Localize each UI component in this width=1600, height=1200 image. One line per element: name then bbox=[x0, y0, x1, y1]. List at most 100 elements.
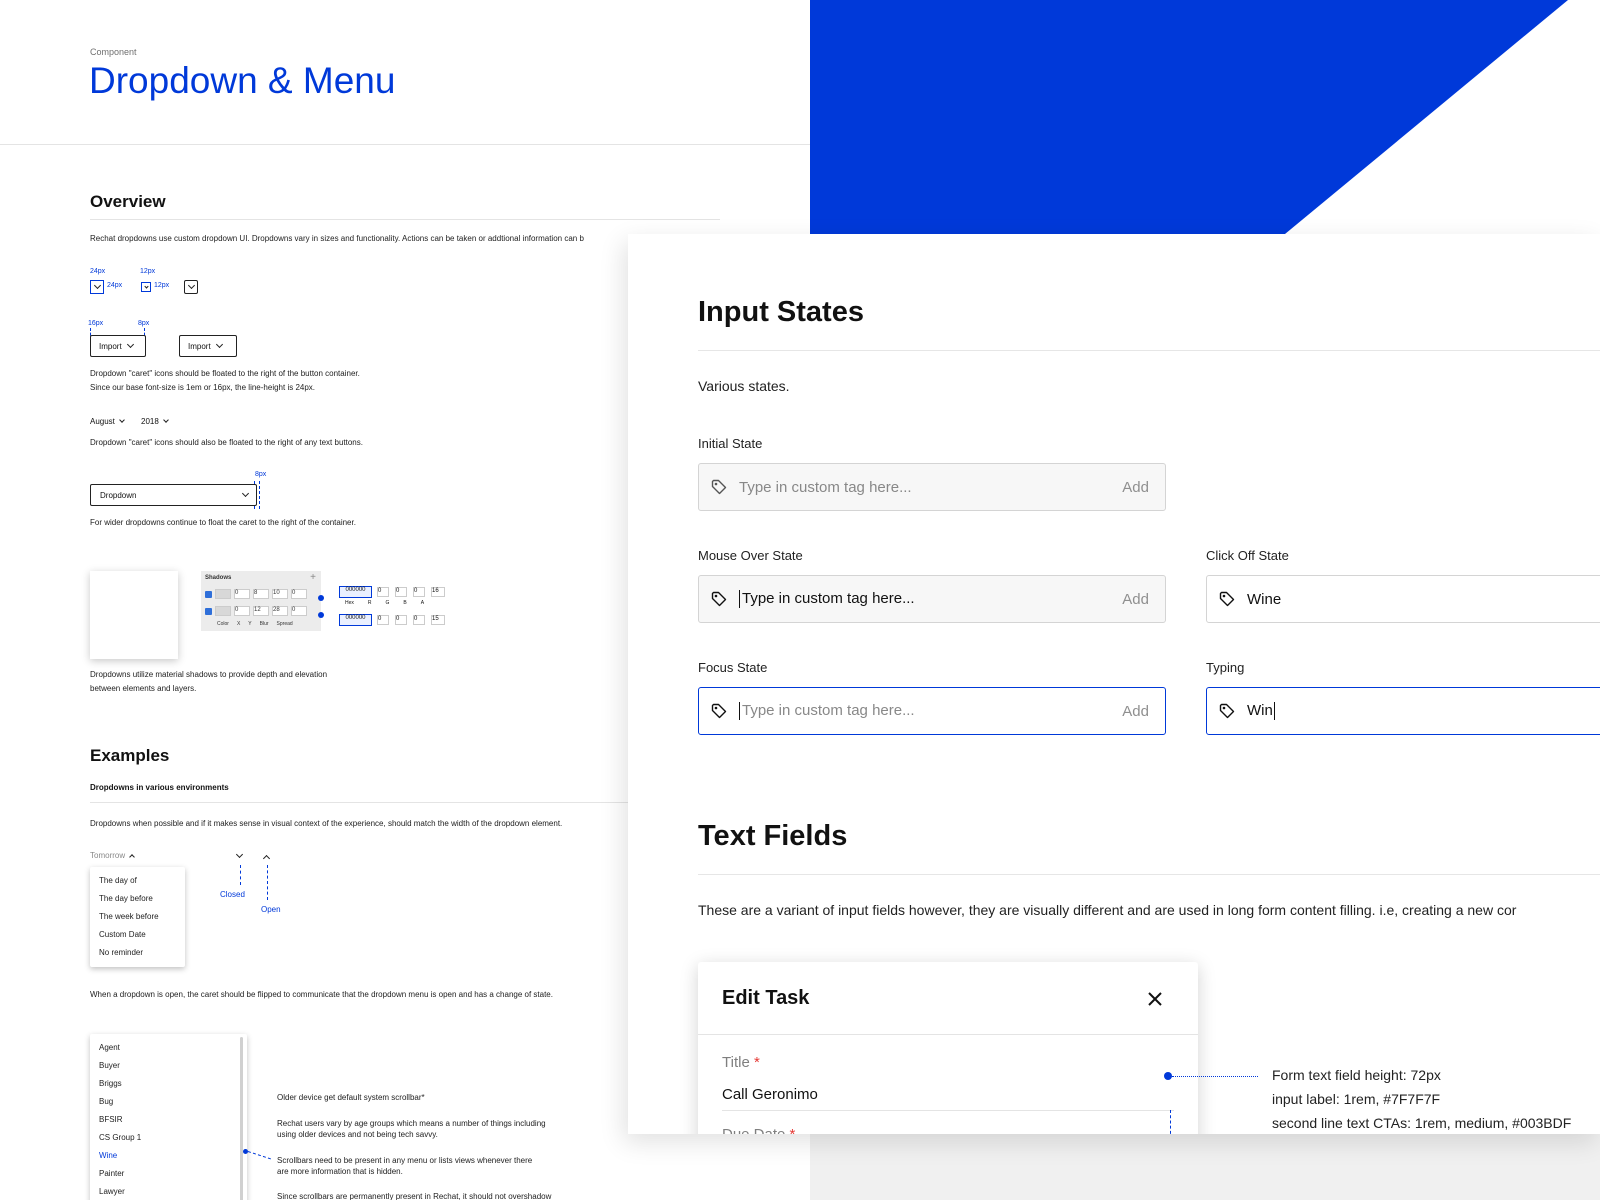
shadow-row: 0 12 28 0 bbox=[205, 606, 307, 616]
add-button[interactable]: Add bbox=[1122, 479, 1149, 496]
col-label: B bbox=[403, 600, 407, 606]
month-label: August bbox=[90, 417, 115, 426]
tag-icon bbox=[1219, 591, 1235, 607]
shadow-y[interactable]: 12 bbox=[253, 606, 269, 616]
col-label: Y bbox=[248, 621, 252, 627]
tag-icon bbox=[711, 703, 727, 719]
add-shadow-button[interactable]: + bbox=[310, 572, 316, 583]
shadow-x[interactable]: 0 bbox=[234, 606, 250, 616]
rgba-b[interactable]: 0 bbox=[413, 615, 425, 625]
chevron-up-icon bbox=[129, 854, 135, 860]
tag-input-initial[interactable]: Type in custom tag here... Add bbox=[698, 463, 1166, 511]
list-item[interactable]: Painter bbox=[90, 1165, 247, 1183]
spec-guide bbox=[240, 865, 241, 885]
overview-divider bbox=[90, 219, 720, 220]
list-item-selected[interactable]: Wine bbox=[90, 1147, 247, 1165]
shadow-spread[interactable]: 0 bbox=[291, 589, 307, 599]
add-button[interactable]: Add bbox=[1122, 591, 1149, 608]
tag-input-text: Win bbox=[1247, 702, 1600, 721]
col-label: R bbox=[367, 600, 372, 606]
scroll-note-3b: are more information that is hidden. bbox=[277, 1167, 403, 1176]
col-label: Blur bbox=[259, 621, 269, 627]
rgba-g[interactable]: 0 bbox=[395, 587, 407, 597]
color-swatch[interactable] bbox=[215, 606, 231, 616]
spec-note-height: Form text field height: 72px bbox=[1272, 1067, 1441, 1083]
due-label-text: Due Date bbox=[722, 1126, 785, 1134]
list-item[interactable]: Agent bbox=[90, 1039, 247, 1057]
rgba-g[interactable]: 0 bbox=[395, 615, 407, 625]
annotation-dot bbox=[318, 595, 324, 601]
close-icon[interactable] bbox=[1148, 992, 1162, 1006]
title-field-value[interactable]: Call Geronimo bbox=[722, 1086, 818, 1103]
open-state-note: When a dropdown is open, the caret shoul… bbox=[90, 990, 553, 999]
examples-heading: Examples bbox=[90, 746, 170, 765]
shadow-spread[interactable]: 0 bbox=[291, 606, 307, 616]
shadow-blur[interactable]: 28 bbox=[272, 606, 288, 616]
closed-label: Closed bbox=[220, 890, 245, 899]
shadow-sample-card bbox=[90, 571, 178, 659]
tag-input-typing[interactable]: Win bbox=[1206, 687, 1600, 735]
spec-guide bbox=[259, 481, 260, 509]
initial-state-label: Initial State bbox=[698, 436, 763, 451]
import-dropdown[interactable]: Import bbox=[179, 335, 237, 357]
chevron-down-icon bbox=[241, 489, 250, 498]
menu-item[interactable]: The week before bbox=[90, 908, 185, 926]
checkbox[interactable] bbox=[205, 590, 212, 598]
annotation-line bbox=[1172, 1076, 1258, 1077]
rgba-r[interactable]: 0 bbox=[377, 587, 389, 597]
tag-input-focus[interactable]: Type in custom tag here... Add bbox=[698, 687, 1166, 735]
list-item[interactable]: Bug bbox=[90, 1093, 247, 1111]
tag-icon bbox=[711, 591, 727, 607]
tag-input-text: Type in custom tag here... bbox=[739, 702, 1122, 721]
tag-input-click-off[interactable]: Wine bbox=[1206, 575, 1600, 623]
wide-dropdown[interactable]: Dropdown bbox=[90, 484, 257, 506]
rgba-row-1: 0 0 0 16 bbox=[377, 587, 445, 597]
shadow-y[interactable]: 8 bbox=[253, 589, 269, 599]
import-dropdown-spec[interactable]: Import bbox=[90, 335, 146, 357]
scrollbar[interactable] bbox=[240, 1037, 243, 1200]
shadow-x[interactable]: 0 bbox=[234, 589, 250, 599]
chevron-down-icon bbox=[126, 340, 134, 349]
text-cursor bbox=[739, 702, 740, 721]
examples-subheading: Dropdowns in various environments bbox=[90, 783, 229, 792]
add-button[interactable]: Add bbox=[1122, 703, 1149, 720]
list-item[interactable]: Buyer bbox=[90, 1057, 247, 1075]
caret-button-plain[interactable] bbox=[184, 280, 198, 294]
checkbox[interactable] bbox=[205, 607, 212, 615]
chevron-down-icon bbox=[235, 850, 244, 859]
menu-item[interactable]: No reminder bbox=[90, 944, 185, 962]
month-text-dropdown[interactable]: August bbox=[90, 417, 125, 426]
list-item[interactable]: Briggs bbox=[90, 1075, 247, 1093]
menu-item[interactable]: The day before bbox=[90, 890, 185, 908]
hex-input-2[interactable]: 000000 bbox=[339, 614, 372, 626]
list-item[interactable]: Lawyer bbox=[90, 1183, 247, 1200]
tag-input-text: Type in custom tag here... bbox=[739, 589, 1122, 609]
tomorrow-dropdown[interactable]: Tomorrow bbox=[90, 851, 135, 860]
shadow-note-2: between elements and layers. bbox=[90, 684, 197, 693]
wide-note: For wider dropdowns continue to float th… bbox=[90, 518, 356, 527]
list-item[interactable]: CS Group 1 bbox=[90, 1129, 247, 1147]
due-date-field-label: Due Date * bbox=[722, 1126, 795, 1134]
caret-button-12[interactable] bbox=[141, 282, 151, 292]
caret-button-24[interactable] bbox=[90, 280, 104, 294]
list-item[interactable]: BFSIR bbox=[90, 1111, 247, 1129]
spec-guide bbox=[1170, 1110, 1171, 1134]
menu-item[interactable]: The day of bbox=[90, 872, 185, 890]
rgba-a[interactable]: 15 bbox=[431, 615, 445, 625]
chevron-down-icon bbox=[162, 417, 169, 423]
annotation-dot bbox=[1164, 1072, 1172, 1080]
tag-input-hover[interactable]: Type in custom tag here... Add bbox=[698, 575, 1166, 623]
year-text-dropdown[interactable]: 2018 bbox=[141, 417, 169, 426]
shadow-blur[interactable]: 10 bbox=[272, 589, 288, 599]
reminder-menu: The day of The day before The week befor… bbox=[90, 867, 185, 967]
rgba-a[interactable]: 16 bbox=[431, 587, 445, 597]
hex-input-1[interactable]: 000000 bbox=[339, 586, 372, 598]
tag-input-placeholder: Type in custom tag here... bbox=[742, 589, 915, 607]
rgba-r[interactable]: 0 bbox=[377, 615, 389, 625]
color-swatch[interactable] bbox=[215, 589, 231, 599]
rgba-b[interactable]: 0 bbox=[413, 587, 425, 597]
menu-item[interactable]: Custom Date bbox=[90, 926, 185, 944]
col-label: Spread bbox=[276, 621, 293, 627]
text-cursor bbox=[1273, 702, 1275, 721]
tag-input-value: Wine bbox=[1247, 590, 1282, 608]
